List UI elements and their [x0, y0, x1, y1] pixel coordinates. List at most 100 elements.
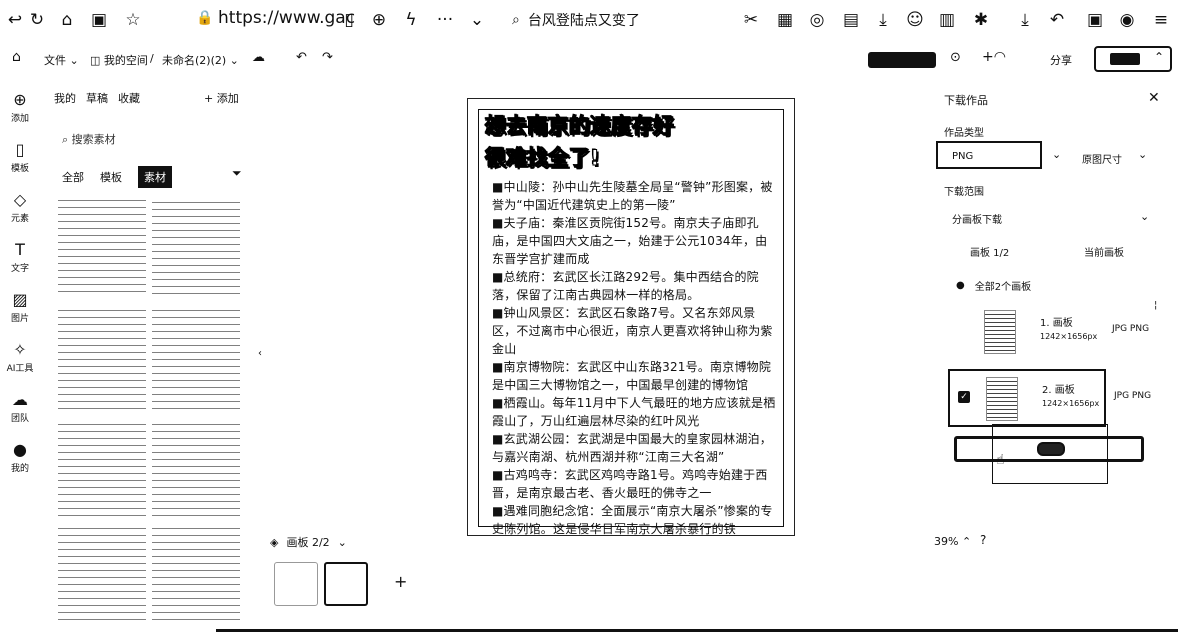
add-asset-button[interactable]: + 添加	[204, 90, 239, 106]
asset-thumbnail[interactable]	[152, 524, 240, 626]
cloud-icon[interactable]: ☁	[252, 50, 265, 65]
translate-icon[interactable]: ▦	[774, 9, 796, 31]
pet-icon[interactable]: ☺	[904, 9, 926, 31]
confirm-download-button[interactable]	[954, 436, 1144, 462]
page-icon[interactable]: ▯	[338, 9, 360, 31]
share-button[interactable]: 分享	[1050, 52, 1072, 68]
help-button[interactable]: ?	[980, 533, 986, 547]
poster-body[interactable]: ■中山陵：孙中山先生陵墓全局呈“警钟”形图案，被誉为“中国近代建筑史上的第一陵”…	[492, 178, 779, 535]
filter-template[interactable]: 模板	[100, 169, 122, 185]
poster-board[interactable]: 想去南京的速度存好 很难找全了! ■中山陵：孙中山先生陵墓全局呈“警钟”形图案，…	[478, 109, 784, 535]
doc-name[interactable]: 未命名(2)(2) ⌄	[162, 52, 239, 68]
ai-icon[interactable]: ▣	[1084, 9, 1106, 31]
tab-drafts[interactable]: 草稿	[86, 90, 108, 106]
hand-cursor-icon: ☝	[996, 452, 1005, 468]
rail-element[interactable]: ◇ 元素	[4, 190, 36, 224]
redo-icon[interactable]: ↷	[322, 50, 333, 65]
poster-paragraph: ■南京博物院：玄武区中山东路321号。南京博物院是中国三大博物馆之一，中国最早创…	[492, 360, 772, 392]
board-switch[interactable]: ◈ 画板 2/2 ⌄	[270, 534, 347, 550]
current-board-button[interactable]: 当前画板	[1084, 244, 1124, 259]
template-icon: ▯	[15, 140, 25, 159]
tab-favorites[interactable]: 收藏	[118, 90, 140, 106]
board-pager[interactable]: 画板 1/2	[970, 244, 1009, 259]
checkbox-checked-icon[interactable]: ✓	[958, 391, 970, 403]
favorite-icon[interactable]: ☆	[122, 9, 144, 31]
rail-template[interactable]: ▯ 模板	[4, 140, 36, 174]
undo-icon[interactable]: ↶	[296, 50, 307, 65]
rail-ai-tool[interactable]: ✧ AI工具	[4, 340, 36, 374]
reading-icon[interactable]: ▣	[88, 9, 110, 31]
rail-team[interactable]: ☁ 团队	[4, 390, 36, 424]
poster-paragraph: ■总统府：玄武区长江路292号。集中西结合的院落，保留了江南古典园林一样的格局。	[492, 270, 759, 302]
layers-icon: ◈	[270, 535, 279, 549]
downloads-icon[interactable]: ⤓	[1014, 9, 1036, 31]
size-select[interactable]: 原图尺寸	[1082, 151, 1122, 166]
board-row-1[interactable]: 1. 画板 1242×1656px JPG PNG	[948, 304, 1149, 362]
filter-icon[interactable]: ⏷	[232, 166, 242, 181]
download-button[interactable]: ⌃	[1094, 46, 1172, 72]
all-boards-option[interactable]: ● 全部2个画板	[956, 278, 1031, 293]
game-icon[interactable]: ◎	[806, 9, 828, 31]
add-page-button[interactable]: +	[394, 572, 407, 591]
poster-title-line2[interactable]: 很难找全了!	[485, 142, 783, 174]
news-search-text: 台风登陆点又变了	[527, 13, 640, 29]
file-menu[interactable]: 文件 ⌄	[44, 52, 79, 68]
asset-thumbnail[interactable]	[152, 306, 240, 410]
chevron-down-icon[interactable]: ⌄	[1052, 148, 1061, 161]
news-search[interactable]: ⌕ 台风登陆点又变了	[512, 10, 640, 30]
download-tray-icon[interactable]: ⤓	[872, 9, 894, 31]
filter-material[interactable]: 素材	[138, 166, 172, 188]
close-icon[interactable]: ✕	[1148, 90, 1160, 106]
zoom-icon[interactable]: ⊕	[368, 9, 390, 31]
breadcrumb-space[interactable]: ◫ 我的空间	[90, 52, 148, 68]
rail-add[interactable]: ⊕ 添加	[4, 90, 36, 124]
reload-icon[interactable]: ↻	[26, 9, 48, 31]
type-select[interactable]: PNG	[936, 141, 1042, 169]
rail-profile[interactable]: ● 我的	[4, 440, 36, 474]
type-label: 作品类型	[944, 128, 984, 139]
design-canvas[interactable]: 想去南京的速度存好 很难找全了! ■中山陵：孙中山先生陵墓全局呈“警钟”形图案，…	[467, 98, 795, 536]
export-badge[interactable]	[868, 52, 936, 68]
home-icon[interactable]: ⌂	[12, 49, 21, 65]
poster-title-line1[interactable]: 想去南京的速度存好	[485, 110, 783, 142]
extension-icon[interactable]: ✱	[970, 9, 992, 31]
asset-search-input[interactable]: ⌕ 搜索素材	[62, 131, 116, 147]
screenshot-icon[interactable]: ▤	[840, 9, 862, 31]
range-select[interactable]: 分画板下载	[952, 211, 1002, 226]
scissors-icon[interactable]: ✂	[740, 9, 762, 31]
rail-text[interactable]: T 文字	[4, 240, 36, 274]
asset-thumbnail[interactable]	[58, 306, 146, 410]
collapse-panel-icon[interactable]: ‹	[258, 348, 262, 359]
board-row-2[interactable]: ✓ 2. 画板 1242×1656px JPG PNG	[948, 369, 1151, 427]
home-icon[interactable]: ⌂	[56, 9, 78, 31]
book-icon[interactable]: ▥	[936, 9, 958, 31]
chevron-down-icon[interactable]: ⌄	[1138, 148, 1147, 161]
more-icon[interactable]: ···	[434, 9, 456, 31]
asset-thumbnail[interactable]	[58, 196, 146, 294]
chevron-down-icon[interactable]: ⌄	[1140, 210, 1149, 223]
bolt-icon[interactable]: ϟ	[400, 9, 422, 31]
sync-icon[interactable]: ◉	[1116, 9, 1138, 31]
poster-paragraph: ■玄武湖公园：玄武湖是中国最大的皇家园林湖泊，与嘉兴南湖、杭州西湖并称“江南三大…	[492, 432, 772, 464]
asset-thumbnail[interactable]	[58, 420, 146, 516]
asset-thumbnail[interactable]	[58, 524, 146, 626]
scrollbar[interactable]: ¦	[1154, 300, 1157, 311]
menu-icon[interactable]: ≡	[1150, 9, 1172, 31]
collab-add-icon[interactable]: +◠	[982, 49, 1006, 65]
back-icon[interactable]: ↩	[4, 9, 26, 31]
zoom-control[interactable]: 39% ⌃	[934, 535, 971, 548]
asset-filter-tabs: 全部 模板 素材	[62, 166, 172, 188]
asset-thumbnail[interactable]	[152, 198, 240, 294]
tab-mine[interactable]: 我的	[54, 90, 76, 106]
chevron-down-icon[interactable]: ⌄	[466, 9, 488, 31]
bottom-divider	[216, 629, 1178, 632]
download-button-label	[1110, 53, 1140, 65]
undo-icon[interactable]: ↶	[1046, 9, 1068, 31]
asset-thumbnail[interactable]	[152, 420, 240, 516]
settings-icon[interactable]: ⊙	[950, 50, 961, 65]
filter-all[interactable]: 全部	[62, 169, 84, 185]
rail-image[interactable]: ▨ 图片	[4, 290, 36, 324]
url-field[interactable]: https://www.gac	[218, 8, 355, 28]
page-thumbnail-2[interactable]	[324, 562, 368, 606]
page-thumbnail-1[interactable]	[274, 562, 318, 606]
